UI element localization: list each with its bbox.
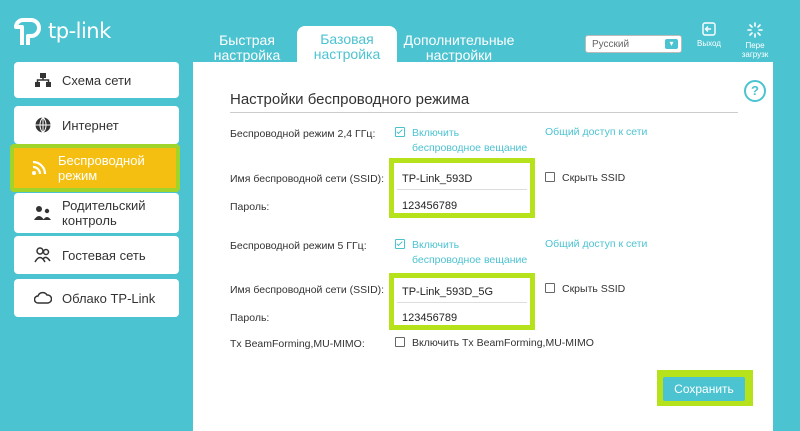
header: tp-link Быстрая настройка Базовая настро… [0, 0, 800, 63]
main-panel: Настройки беспроводного режима ? Беспров… [193, 62, 773, 431]
parental-control-icon [34, 206, 51, 220]
band5-share-link[interactable]: Общий доступ к сети [545, 238, 647, 250]
logout-label: Выход [697, 39, 721, 48]
band5-enable-checkbox[interactable]: Включить беспроводное вещание [395, 238, 527, 268]
band24-share-link[interactable]: Общий доступ к сети [545, 126, 647, 138]
reboot-icon [747, 22, 763, 38]
band24-password-input[interactable]: 123456789 [397, 195, 527, 217]
chevron-down-icon: ▾ [665, 39, 678, 49]
tab-label: Базовая настройка [313, 31, 381, 62]
tab-quick-setup[interactable]: Быстрая настройка [197, 27, 297, 63]
band5-enable-label: Включить беспроводное вещание [412, 239, 528, 266]
band5-ssid-label: Имя беспроводной сети (SSID): [230, 284, 385, 296]
band5-ssid-input[interactable]: TP-Link_593D_5G [397, 281, 527, 303]
band24-enable-checkbox[interactable]: Включить беспроводное вещание [395, 126, 527, 156]
page-title: Настройки беспроводного режима [230, 91, 470, 108]
wifi-icon [32, 160, 47, 175]
network-map-icon [35, 73, 51, 87]
guest-network-icon [34, 247, 51, 263]
tab-basic-setup[interactable]: Базовая настройка [297, 26, 397, 62]
band24-hide-label: Скрыть SSID [562, 172, 626, 184]
tp-link-logo-icon [14, 18, 41, 45]
band24-ssid-input[interactable]: TP-Link_593D [397, 168, 527, 190]
globe-icon [35, 117, 51, 133]
band24-ssid-label: Имя беспроводной сети (SSID): [230, 173, 385, 185]
band5-password-input[interactable]: 123456789 [397, 307, 527, 329]
sidebar-item-label: Облако TP-Link [62, 290, 156, 306]
checkbox-checked-icon [395, 127, 405, 137]
checkbox-unchecked-icon [545, 283, 555, 293]
checkbox-checked-icon [395, 239, 405, 249]
cloud-icon [34, 291, 52, 304]
logout-icon [702, 22, 716, 36]
sidebar-item-label: Родительский контроль [62, 198, 146, 228]
tab-advanced-setup[interactable]: Дополнительные настройки [397, 27, 521, 63]
reboot-button[interactable]: Пере загрузк [735, 22, 775, 59]
beamforming-enable-label: Включить Tx BeamForming,MU-MIMO [412, 337, 594, 349]
sidebar-item-wireless[interactable]: Беспроводной режим [10, 144, 180, 192]
tab-label: Быстрая настройка [213, 32, 281, 63]
checkbox-unchecked-icon [545, 172, 555, 182]
sidebar-item-label: Гостевая сеть [62, 247, 146, 263]
checkbox-unchecked-icon [395, 337, 405, 347]
band24-enable-label: Включить беспроводное вещание [412, 127, 528, 154]
sidebar-item-label: Интернет [62, 117, 119, 133]
band5-label: Беспроводной режим 5 ГГц: [230, 240, 367, 252]
sidebar-item-guest-network[interactable]: Гостевая сеть [14, 236, 179, 274]
sidebar-item-parental-control[interactable]: Родительский контроль [14, 193, 179, 233]
language-value: Русский [592, 39, 630, 50]
beamforming-checkbox[interactable]: Включить Tx BeamForming,MU-MIMO [395, 336, 594, 351]
band24-hide-ssid-checkbox[interactable]: Скрыть SSID [545, 171, 625, 186]
band5-hide-ssid-checkbox[interactable]: Скрыть SSID [545, 282, 625, 297]
save-button[interactable]: Сохранить [663, 377, 745, 401]
band5-credentials-highlight: TP-Link_593D_5G 123456789 [389, 273, 535, 330]
help-icon[interactable]: ? [744, 80, 766, 102]
language-select[interactable]: Русский ▾ [585, 35, 682, 53]
sidebar-item-tp-link-cloud[interactable]: Облако TP-Link [14, 279, 179, 317]
tp-link-logo[interactable]: tp-link [12, 16, 111, 46]
band5-hide-label: Скрыть SSID [562, 283, 626, 295]
sidebar-item-network-map[interactable]: Схема сети [14, 62, 179, 98]
sidebar-item-label: Схема сети [62, 72, 132, 88]
beamforming-label: Tx BeamForming,MU-MIMO: [230, 338, 365, 350]
sidebar-item-label: Беспроводной режим [58, 153, 145, 183]
band5-password-label: Пароль: [230, 312, 270, 324]
band24-password-label: Пароль: [230, 201, 270, 213]
logo-text: tp-link [48, 19, 111, 43]
logout-button[interactable]: Выход [689, 22, 729, 48]
title-divider [230, 112, 738, 113]
reboot-label: Пере загрузк [741, 41, 769, 59]
save-button-highlight: Сохранить [657, 370, 753, 406]
band24-credentials-highlight: TP-Link_593D 123456789 [389, 158, 535, 218]
tab-label: Дополнительные настройки [403, 32, 515, 63]
band24-label: Беспроводной режим 2,4 ГГц: [230, 128, 376, 140]
sidebar-item-internet[interactable]: Интернет [14, 106, 179, 144]
